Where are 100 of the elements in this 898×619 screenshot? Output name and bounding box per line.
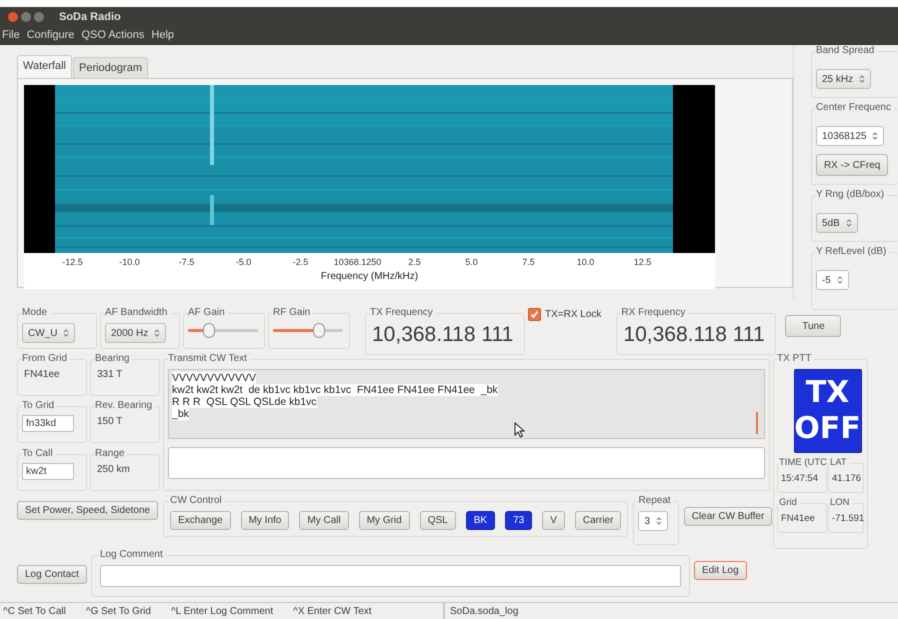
set-power-button[interactable]: Set Power, Speed, Sidetone: [17, 501, 158, 520]
input-field[interactable]: fn33kd: [22, 415, 74, 432]
cw-text-area[interactable]: VVVVVVVVVVVV kw2t kw2t kw2t de kb1vc kb1vc kb1vc FN41ee FN41ee FN41ee _bk R R R QSL QSL QSLde kb1vc _bk: [168, 369, 765, 439]
axis-tick-label: -7.5: [178, 257, 196, 269]
info-value: 41.176: [831, 473, 862, 484]
group-label: Y RefLevel (dB): [816, 246, 890, 257]
group-label: Y Rng (dB/box): [816, 189, 888, 200]
info-value: -71.591: [831, 513, 862, 524]
spin-arrows-icon: [872, 131, 878, 141]
rx-to-cfreq-button[interactable]: RX -> CFreq: [816, 154, 888, 176]
menu-item[interactable]: QSO Actions: [81, 29, 144, 41]
gain-slider[interactable]: [273, 323, 343, 337]
window-buttons-icon[interactable]: [7, 10, 47, 22]
cw-macro-button[interactable]: V: [542, 511, 565, 530]
axis-tick-label: -5.0: [234, 257, 252, 269]
spin-arrows-icon: [63, 328, 70, 338]
axis-tick-label: 10368.1250: [332, 257, 382, 269]
info-value: 15:47:54: [780, 473, 819, 484]
group-label: Log Comment: [100, 549, 166, 560]
tab[interactable]: Waterfall: [17, 55, 72, 78]
group-label: Center Frequenc: [816, 102, 894, 113]
spin-arrows-icon: [859, 74, 866, 84]
info-value: 150 T: [96, 416, 124, 428]
cw-macro-button[interactable]: My Grid: [358, 511, 410, 530]
log-contact-button[interactable]: Log Contact: [17, 565, 87, 584]
cw-macro-button[interactable]: 73: [505, 511, 532, 530]
log-comment-field[interactable]: [100, 565, 681, 587]
spin-arrows-icon: [846, 218, 852, 228]
cw-macro-button[interactable]: Carrier: [574, 511, 622, 530]
menu-item[interactable]: File: [2, 29, 20, 41]
cw-macro-button[interactable]: BK: [466, 511, 496, 530]
group-label: AF Bandwidth: [105, 307, 170, 318]
group-label: From Grid: [22, 353, 70, 364]
cw-macro-button[interactable]: QSL: [420, 511, 456, 530]
spin-box[interactable]: -5: [816, 270, 849, 290]
group-label: TX Frequency: [370, 307, 436, 318]
info-value: FN41ee: [23, 369, 61, 380]
frequency-readout: 10,368.118 111: [371, 323, 514, 347]
tab[interactable]: Periodogram: [73, 57, 148, 78]
status-hint: ^C Set To Call: [3, 606, 66, 616]
spin-arrows-icon: [836, 275, 843, 285]
axis-tick-label: 10.0: [576, 257, 596, 269]
cw-input-field[interactable]: [168, 447, 765, 479]
group-label: Band Spread: [816, 45, 878, 56]
axis-tick-label: -2.5: [292, 257, 310, 269]
checkbox-label: TX=RX Lock: [545, 309, 602, 320]
group-label: Bearing: [95, 353, 132, 364]
slider-handle[interactable]: [312, 322, 324, 338]
spin-box[interactable]: 3: [638, 511, 668, 531]
axis-tick-label: -12.5: [61, 257, 84, 269]
edit-log-button[interactable]: Edit Log: [694, 561, 747, 580]
tx-ptt-button[interactable]: TX OFF: [794, 369, 862, 453]
cw-macro-button[interactable]: Exchange: [170, 511, 231, 530]
status-hint: ^L Enter Log Comment: [170, 606, 274, 616]
status-hint: ^G Set To Grid: [86, 606, 151, 616]
status-log-file: SoDa.soda_log: [449, 606, 518, 616]
group-label: AF Gain: [188, 307, 228, 318]
frequency-readout: 10,368.118 111: [622, 323, 766, 347]
input-field[interactable]: kw2t: [22, 462, 74, 480]
checkbox[interactable]: [528, 308, 541, 321]
group-label: RF Gain: [273, 307, 314, 318]
bandwidth-combo-box[interactable]: 2000 Hz: [105, 323, 166, 343]
info-value: 250 km: [96, 464, 131, 475]
menu-item[interactable]: Configure: [26, 29, 74, 41]
axis-tick-label: 5.0: [464, 257, 479, 269]
group-label: Grid: [779, 497, 800, 508]
spin-arrows-icon: [656, 516, 662, 526]
clear-cw-buffer-button[interactable]: Clear CW Buffer: [684, 507, 772, 526]
info-value: FN41ee: [780, 513, 816, 524]
axis-tick-label: 7.5: [521, 257, 536, 269]
gain-slider[interactable]: [188, 323, 258, 337]
cw-macro-button[interactable]: My Info: [240, 511, 290, 530]
combo-box[interactable]: 25 kHz: [816, 69, 872, 89]
mouse-pointer-icon: [514, 422, 525, 438]
axis-title: Frequency (MHz/kHz): [320, 271, 418, 282]
slider-handle[interactable]: [203, 322, 215, 338]
group-label: LON: [830, 497, 853, 508]
spin-arrows-icon: [154, 328, 160, 338]
group-label: Rev. Bearing: [95, 400, 156, 412]
spin-box[interactable]: 10368125: [816, 126, 884, 146]
status-hint: ^X Enter CW Text: [293, 606, 372, 616]
text-cursor: [756, 412, 758, 434]
cw-macro-button[interactable]: My Call: [299, 511, 349, 530]
group-label: Transmit CW Text: [168, 353, 250, 364]
info-value: 331 T: [96, 369, 124, 380]
group-label: To Call: [22, 448, 56, 459]
menu-item[interactable]: Help: [151, 29, 174, 41]
axis-tick-label: 12.5: [632, 257, 652, 269]
tune-button[interactable]: Tune: [785, 315, 842, 337]
combo-box[interactable]: 5dB: [816, 213, 858, 233]
group-label: RX Frequency: [621, 307, 688, 318]
group-label: TX PTT: [777, 353, 814, 364]
axis-tick-label: -10.0: [118, 257, 141, 269]
group-label: Mode: [22, 307, 50, 318]
group-label: CW Control: [170, 495, 225, 506]
group-label: Range: [95, 448, 128, 459]
mode-combo-box[interactable]: CW_U: [22, 323, 76, 343]
group-label: To Grid: [22, 400, 58, 412]
window-title: SoDa Radio: [59, 10, 121, 22]
group-label: LAT: [830, 457, 850, 468]
